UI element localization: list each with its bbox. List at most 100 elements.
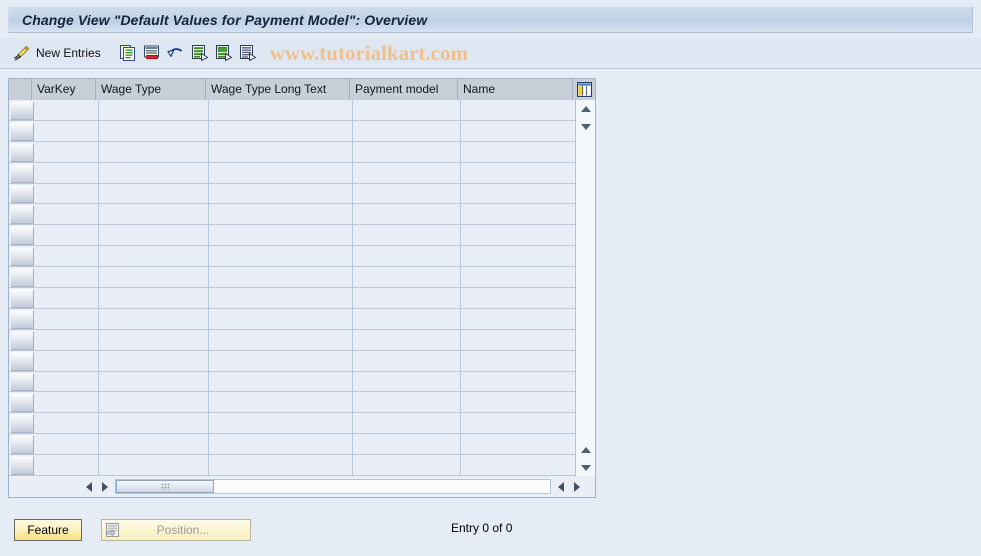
- table-cell[interactable]: [99, 225, 209, 246]
- table-cell[interactable]: [209, 308, 353, 329]
- table-row[interactable]: [9, 100, 575, 121]
- table-cell[interactable]: [209, 288, 353, 308]
- table-cell[interactable]: [99, 267, 209, 288]
- row-select-button[interactable]: [11, 142, 34, 162]
- hscroll-page-left-button[interactable]: [553, 479, 569, 495]
- row-select-button[interactable]: [11, 184, 34, 204]
- hscroll-right-button[interactable]: [97, 479, 113, 495]
- row-select-button[interactable]: [11, 205, 34, 225]
- table-cell[interactable]: [209, 329, 353, 350]
- table-row[interactable]: [9, 329, 575, 351]
- row-select-button[interactable]: [11, 101, 34, 120]
- row-select-button[interactable]: [11, 309, 34, 329]
- table-cell[interactable]: [209, 225, 353, 246]
- table-row[interactable]: [9, 455, 575, 477]
- table-cell[interactable]: [353, 162, 461, 183]
- column-header-name[interactable]: Name: [458, 79, 573, 100]
- table-row[interactable]: [9, 288, 575, 309]
- table-cell[interactable]: [35, 246, 99, 267]
- row-select-button[interactable]: [11, 393, 34, 413]
- table-cell[interactable]: [99, 246, 209, 267]
- table-cell[interactable]: [353, 434, 461, 455]
- table-cell[interactable]: [461, 246, 575, 267]
- table-cell[interactable]: [99, 455, 209, 476]
- table-cell[interactable]: [353, 371, 461, 392]
- table-cell[interactable]: [209, 455, 353, 476]
- table-cell[interactable]: [353, 455, 461, 476]
- table-cell[interactable]: [461, 413, 575, 434]
- table-cell[interactable]: [209, 141, 353, 162]
- table-row[interactable]: [9, 413, 575, 435]
- table-cell[interactable]: [35, 204, 99, 225]
- table-row[interactable]: [9, 392, 575, 414]
- table-cell[interactable]: [461, 455, 575, 476]
- table-cell[interactable]: [461, 288, 575, 308]
- column-header-wage-type-long-text[interactable]: Wage Type Long Text: [206, 79, 350, 100]
- table-cell[interactable]: [461, 434, 575, 455]
- vertical-scrollbar[interactable]: [575, 100, 595, 477]
- position-button[interactable]: Position...: [101, 519, 251, 541]
- row-select-button[interactable]: [11, 330, 34, 350]
- table-cell[interactable]: [99, 371, 209, 392]
- deselect-all-button[interactable]: [212, 41, 236, 65]
- table-cell[interactable]: [209, 413, 353, 434]
- table-cell[interactable]: [99, 350, 209, 371]
- table-row[interactable]: [9, 183, 575, 205]
- table-cell[interactable]: [35, 413, 99, 434]
- table-row[interactable]: [9, 204, 575, 226]
- table-cell[interactable]: [35, 288, 99, 308]
- table-cell[interactable]: [461, 183, 575, 204]
- row-select-button[interactable]: [11, 268, 34, 288]
- table-cell[interactable]: [461, 350, 575, 371]
- table-cell[interactable]: [461, 308, 575, 329]
- table-cell[interactable]: [353, 413, 461, 434]
- table-cell[interactable]: [209, 371, 353, 392]
- table-cell[interactable]: [35, 183, 99, 204]
- table-cell[interactable]: [353, 392, 461, 413]
- table-row[interactable]: [9, 141, 575, 163]
- table-row[interactable]: [9, 120, 575, 142]
- table-cell[interactable]: [99, 141, 209, 162]
- table-cell[interactable]: [35, 225, 99, 246]
- column-header-varkey[interactable]: VarKey: [32, 79, 96, 100]
- row-select-button[interactable]: [11, 121, 34, 141]
- scroll-down-button[interactable]: [576, 118, 595, 136]
- table-cell[interactable]: [353, 350, 461, 371]
- select-block-button[interactable]: [236, 41, 260, 65]
- hscroll-left-button[interactable]: [81, 479, 97, 495]
- row-select-button[interactable]: [11, 372, 34, 392]
- table-cell[interactable]: [99, 183, 209, 204]
- scroll-up-button[interactable]: [576, 100, 595, 118]
- table-cell[interactable]: [99, 204, 209, 225]
- table-cell[interactable]: [209, 162, 353, 183]
- table-cell[interactable]: [99, 434, 209, 455]
- table-cell[interactable]: [353, 225, 461, 246]
- column-header-payment-model[interactable]: Payment model: [350, 79, 458, 100]
- table-cell[interactable]: [209, 204, 353, 225]
- table-cell[interactable]: [35, 434, 99, 455]
- table-row[interactable]: [9, 246, 575, 268]
- table-cell[interactable]: [209, 246, 353, 267]
- copy-as-button[interactable]: [116, 41, 140, 65]
- table-cell[interactable]: [99, 413, 209, 434]
- table-cell[interactable]: [461, 371, 575, 392]
- table-cell[interactable]: [353, 141, 461, 162]
- table-row[interactable]: [9, 162, 575, 184]
- table-row[interactable]: [9, 225, 575, 247]
- scroll-page-up-button[interactable]: [576, 441, 595, 459]
- table-cell[interactable]: [353, 288, 461, 308]
- table-cell[interactable]: [461, 204, 575, 225]
- row-select-button[interactable]: [11, 226, 34, 246]
- table-row[interactable]: [9, 267, 575, 289]
- table-cell[interactable]: [35, 162, 99, 183]
- table-cell[interactable]: [35, 371, 99, 392]
- table-cell[interactable]: [353, 204, 461, 225]
- table-cell[interactable]: [461, 267, 575, 288]
- table-cell[interactable]: [35, 455, 99, 476]
- new-entries-button[interactable]: New Entries: [34, 46, 107, 60]
- select-all-button[interactable]: [188, 41, 212, 65]
- delete-button[interactable]: [140, 41, 164, 65]
- table-cell[interactable]: [353, 246, 461, 267]
- table-cell[interactable]: [353, 120, 461, 141]
- grid-header-corner[interactable]: [9, 79, 32, 100]
